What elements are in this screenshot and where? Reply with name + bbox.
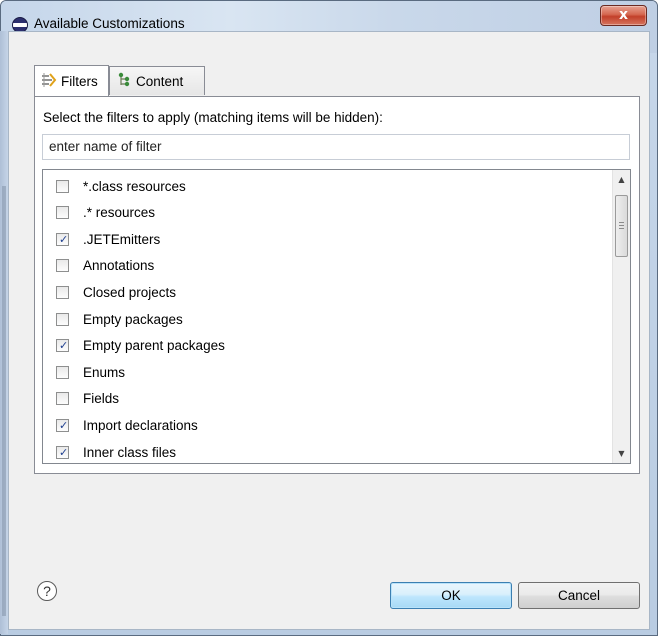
window-title: Available Customizations [34, 16, 185, 31]
filter-item-label: Closed projects [83, 284, 177, 300]
list-item[interactable]: Fields [43, 386, 603, 412]
tab-filters-label: Filters [61, 73, 98, 89]
ok-button[interactable]: OK [390, 582, 512, 609]
list-item[interactable]: .* resources [43, 200, 603, 226]
tab-content-label: Content [136, 73, 184, 89]
filter-item-label: Empty packages [83, 311, 183, 327]
filter-item-label: Empty parent packages [83, 338, 225, 354]
scroll-down-arrow-icon[interactable]: ▼ [613, 445, 630, 462]
filter-item-label: .* resources [83, 205, 156, 221]
filter-checkbox[interactable] [56, 259, 69, 273]
filter-checkbox[interactable]: ✓ [56, 339, 69, 353]
checkmark-icon: ✓ [59, 339, 69, 353]
filter-item-label: Enums [83, 364, 126, 380]
window-frame-edge [0, 31, 8, 634]
filter-item-label: .JETEmitters [83, 231, 161, 247]
checkmark-icon: ✓ [59, 445, 69, 459]
filter-list[interactable]: *.class resources .* resources ✓ .JETEmitte… [42, 169, 631, 464]
tree-content-icon [116, 72, 136, 91]
filter-checkbox[interactable] [56, 179, 69, 193]
filter-checkbox[interactable] [56, 365, 69, 379]
filter-item-label: Fields [83, 391, 120, 407]
list-item[interactable]: Annotations [43, 253, 603, 279]
scroll-thumb[interactable] [615, 195, 628, 257]
eclipse-icon [13, 18, 27, 32]
checkmark-icon: ✓ [59, 418, 69, 432]
filter-icon [41, 72, 61, 91]
filter-search-input[interactable]: enter name of filter [42, 134, 630, 160]
filter-item-label: Annotations [83, 258, 155, 274]
list-item[interactable]: ✓ .JETEmitters [43, 226, 603, 252]
filter-checkbox[interactable] [56, 206, 69, 220]
list-item[interactable]: *.class resources [43, 173, 603, 199]
scroll-up-arrow-icon[interactable]: ▲ [613, 171, 630, 188]
filters-instruction: Select the filters to apply (matching it… [43, 110, 383, 125]
help-button[interactable]: ? [37, 581, 57, 601]
list-item[interactable]: ✓ Empty parent packages [43, 333, 603, 359]
list-scrollbar[interactable]: ▲ ▼ [612, 170, 630, 463]
filter-checkbox[interactable]: ✓ [56, 445, 69, 459]
filter-item-label: *.class resources [83, 178, 186, 194]
tab-filters[interactable]: Filters [34, 65, 109, 96]
filter-checkbox[interactable]: ✓ [56, 418, 69, 432]
filter-checkbox[interactable] [56, 285, 69, 299]
checkmark-icon: ✓ [59, 232, 69, 246]
list-item[interactable]: ✓ Inner class files [43, 439, 603, 463]
list-item[interactable]: Empty packages [43, 306, 603, 332]
list-item[interactable]: ✓ Import declarations [43, 412, 603, 438]
filter-item-label: Import declarations [83, 417, 198, 433]
close-button[interactable]: x [600, 5, 647, 26]
tab-content[interactable]: Content [109, 66, 205, 95]
filter-checkbox[interactable] [56, 312, 69, 326]
filter-item-label: Inner class files [83, 444, 177, 460]
filter-checkbox[interactable] [56, 392, 69, 406]
cancel-button[interactable]: Cancel [518, 582, 640, 609]
list-item[interactable]: Closed projects [43, 279, 603, 305]
filter-checkbox[interactable]: ✓ [56, 232, 69, 246]
list-item[interactable]: Enums [43, 359, 603, 385]
